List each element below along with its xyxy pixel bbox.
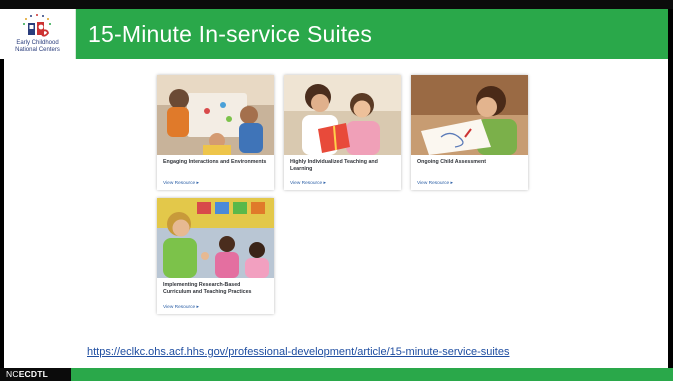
footer-prefix: NC [6, 369, 19, 379]
circle-time-photo-icon [157, 198, 274, 278]
card-title: Implementing Research-Based Curriculum a… [163, 282, 252, 295]
view-resource-link[interactable]: View Resource ▸ [290, 181, 326, 186]
resource-card-engaging-interactions[interactable]: Engaging Interactions and Environments V… [157, 75, 274, 190]
view-resource-link[interactable]: View Resource ▸ [163, 305, 199, 310]
ecnc-logo: Early Childhood National Centers [0, 9, 76, 59]
card-photo [157, 198, 274, 278]
resource-card-individualized-teaching[interactable]: Highly Individualized Teaching and Learn… [284, 75, 401, 190]
card-title: Engaging Interactions and Environments [163, 159, 267, 165]
resource-url-link[interactable]: https://eclkc.ohs.acf.hhs.gov/profession… [87, 346, 509, 358]
card-photo [284, 75, 401, 155]
card-title: Ongoing Child Assessment [417, 159, 486, 165]
classroom-photo-icon [157, 75, 274, 155]
card-photo [411, 75, 528, 155]
footer-brand-name: ECDTL [18, 369, 49, 379]
drawing-photo-icon [411, 75, 528, 155]
resource-card-ongoing-assessment[interactable]: Ongoing Child Assessment View Resource ▸ [411, 75, 528, 190]
footer-brand: NCECDTL [0, 368, 71, 381]
footer-brand-text: NCECDTL [6, 369, 48, 379]
reading-photo-icon [284, 75, 401, 155]
footer-bar [0, 368, 673, 381]
left-border [0, 59, 4, 368]
view-resource-link[interactable]: View Resource ▸ [417, 181, 453, 186]
card-title: Highly Individualized Teaching and Learn… [290, 159, 378, 172]
slide: Early Childhood National Centers 15-Minu… [0, 0, 673, 381]
logo-caption: Early Childhood National Centers [2, 40, 73, 54]
right-border [668, 9, 673, 368]
view-resource-link[interactable]: View Resource ▸ [163, 181, 199, 186]
resource-card-research-based-curriculum[interactable]: Implementing Research-Based Curriculum a… [157, 198, 274, 314]
top-border [0, 0, 673, 9]
page-title: 15-Minute In-service Suites [88, 21, 373, 47]
ecnc-logo-icon [23, 14, 51, 37]
logo-line-1: Early Childhood [16, 40, 59, 46]
card-photo [157, 75, 274, 155]
logo-line-2: National Centers [15, 47, 60, 53]
